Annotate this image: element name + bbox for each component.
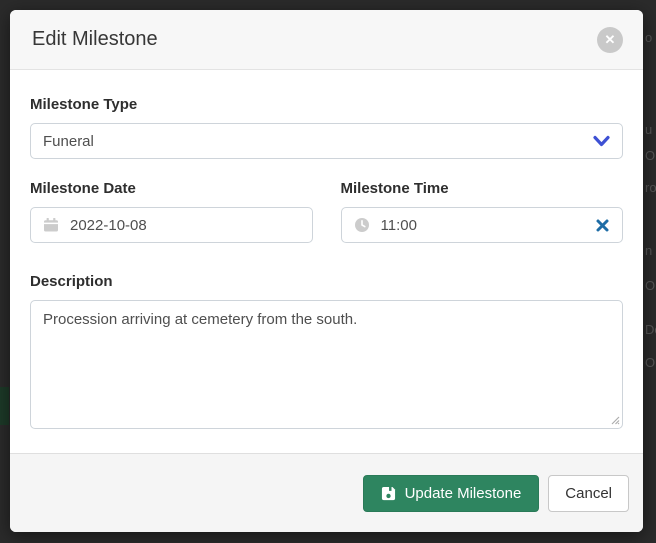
milestone-date-input[interactable]: 2022-10-08 [30,207,313,243]
description-field-wrap: Procession arriving at cemetery from the… [30,300,623,429]
milestone-type-label: Milestone Type [30,96,623,113]
close-button[interactable]: ✕ [597,27,623,53]
milestone-type-value: Funeral [43,133,593,150]
milestone-date-value: 2022-10-08 [70,217,300,234]
backdrop-text-fragment: O [645,355,655,370]
milestone-time-group: Milestone Time 11:00 [341,180,624,243]
dialog-footer: Update Milestone Cancel [10,453,643,532]
clear-x-icon [595,218,610,233]
backdrop-text-fragment: u [645,122,652,137]
chevron-down-icon [593,135,610,147]
backdrop-text-fragment: O [645,278,655,293]
backdrop-text-fragment: ro [645,180,656,195]
cancel-label: Cancel [565,485,612,502]
milestone-date-group: Milestone Date 2022-10-08 [30,180,313,243]
close-icon: ✕ [605,32,616,47]
dialog-body: Milestone Type Funeral Milestone Date [10,70,643,453]
backdrop-text-fragment: O [645,148,655,163]
backdrop-text-fragment: De [645,322,656,337]
update-milestone-label: Update Milestone [405,485,522,502]
backdrop-text-fragment: o [645,30,652,45]
cancel-button[interactable]: Cancel [548,475,629,512]
save-icon [381,486,396,501]
milestone-type-select[interactable]: Funeral [30,123,623,159]
resize-handle-icon[interactable] [608,413,620,425]
date-time-row: Milestone Date 2022-10-08 Milestone Time [30,180,623,243]
clock-icon [354,217,370,233]
backdrop-green-button-fragment [0,387,9,425]
update-milestone-button[interactable]: Update Milestone [363,475,540,512]
milestone-time-label: Milestone Time [341,180,624,197]
dialog-title: Edit Milestone [32,28,158,51]
edit-milestone-dialog: Edit Milestone ✕ Milestone Type Funeral … [10,10,643,532]
description-textarea[interactable]: Procession arriving at cemetery from the… [30,300,623,429]
calendar-icon [43,217,59,233]
clear-time-button[interactable] [595,218,610,233]
backdrop-text-fragment: n [645,243,652,258]
milestone-time-value: 11:00 [381,217,596,234]
description-label: Description [30,273,623,290]
milestone-time-input[interactable]: 11:00 [341,207,624,243]
milestone-date-label: Milestone Date [30,180,313,197]
dialog-header: Edit Milestone ✕ [10,10,643,70]
